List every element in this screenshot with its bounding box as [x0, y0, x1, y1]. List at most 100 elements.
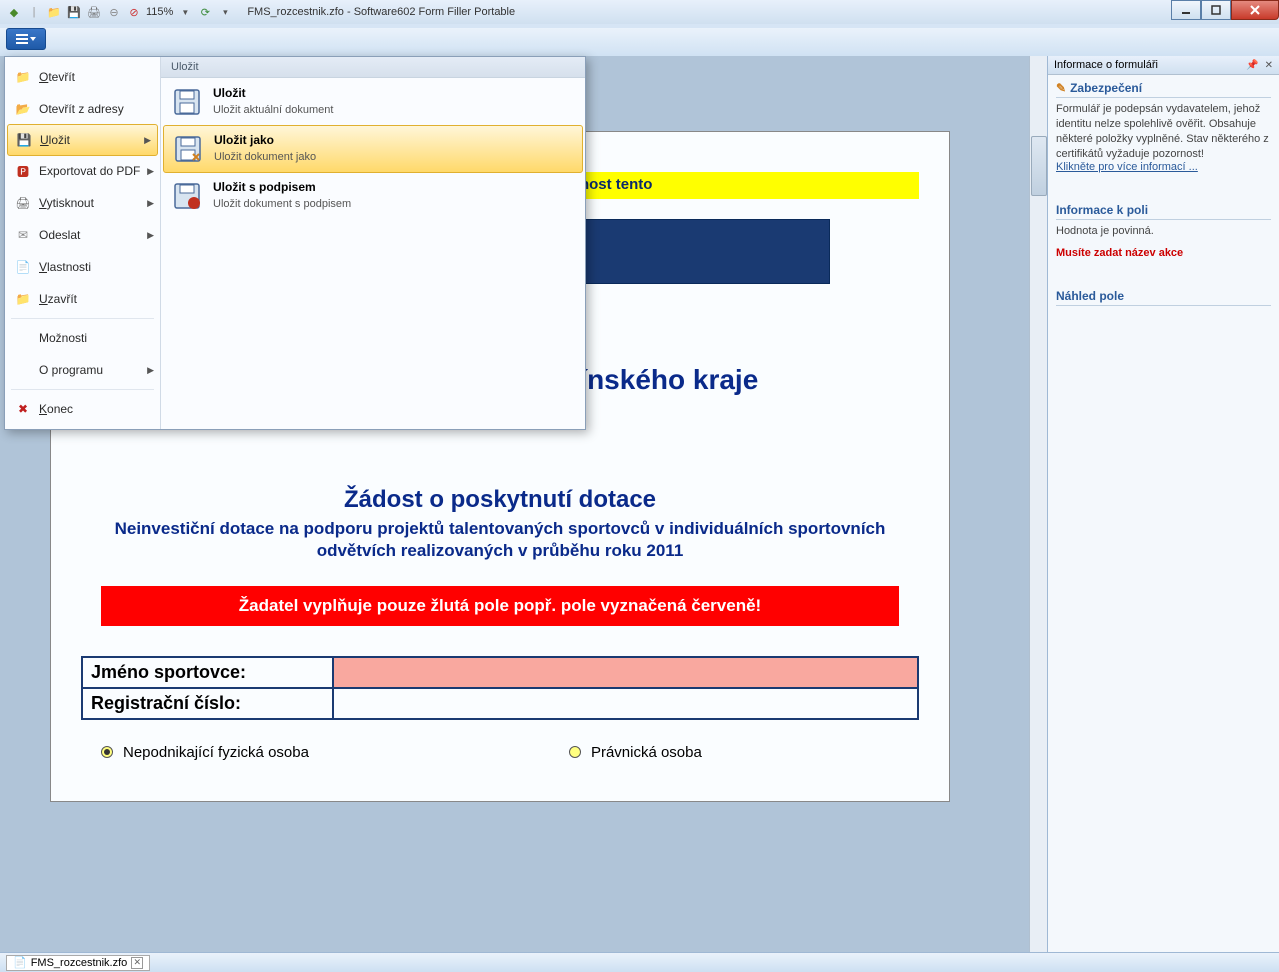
- blank-icon: [15, 330, 31, 346]
- submenu-desc: Uložit aktuální dokument: [213, 104, 333, 116]
- panel-title: Informace o formuláři: [1054, 59, 1158, 71]
- app-menu-button[interactable]: [6, 28, 46, 50]
- qat-customize-icon[interactable]: ▾: [217, 4, 233, 20]
- qat-open-icon[interactable]: 📁: [46, 4, 62, 20]
- page-subtitle: Žádost o poskytnutí dotace: [81, 486, 919, 514]
- menu-item-close-doc[interactable]: 📁Uzavřít: [5, 283, 160, 315]
- close-icon: ✖: [15, 401, 31, 417]
- submenu-item-save-as[interactable]: Uložit jakoUložit dokument jako: [163, 125, 583, 173]
- radio-icon[interactable]: [101, 746, 113, 758]
- menu-item-exit[interactable]: ✖Konec: [5, 393, 160, 425]
- file-menu-submenu: Uložit Uložit Uložit aktuální dokument Ul…: [161, 57, 585, 429]
- pdf-icon: 🅿: [15, 163, 31, 179]
- page-subtitle-2: Neinvestiční dotace na podporu projektů …: [81, 518, 919, 562]
- qat-zoom-stop-icon[interactable]: ⊘: [126, 4, 142, 20]
- security-link[interactable]: Klikněte pro více informací ...: [1056, 161, 1271, 173]
- document-tab[interactable]: 📄 FMS_rozcestnik.zfo ✕: [6, 955, 150, 971]
- folder-icon: 📁: [15, 69, 31, 85]
- pencil-icon: ✎: [1056, 81, 1066, 95]
- side-panel: Informace o formuláři 📌 ✕ ✎ Zabezpečení F…: [1047, 56, 1279, 952]
- field-info-section: Informace k poli Hodnota je povinná. Mus…: [1048, 197, 1279, 265]
- radio-label: Nepodnikající fyzická osoba: [123, 744, 309, 761]
- file-menu: 📁Otevřít 📂Otevřít z adresy 💾Uložit▶ 🅿Exp…: [4, 56, 586, 430]
- menu-item-options[interactable]: Možnosti: [5, 322, 160, 354]
- folder-url-icon: 📂: [15, 101, 31, 117]
- document-tab-label: FMS_rozcestnik.zfo: [31, 957, 128, 969]
- maximize-button[interactable]: [1201, 0, 1231, 20]
- menu-item-save[interactable]: 💾Uložit▶: [7, 124, 158, 156]
- save-icon: [171, 86, 203, 118]
- menu-item-about[interactable]: O programu▶: [5, 354, 160, 386]
- folder-close-icon: 📁: [15, 291, 31, 307]
- field-info-error: Musíte zadat název akce: [1056, 247, 1271, 259]
- title-app: Software602 Form Filler Portable: [354, 6, 515, 18]
- mail-icon: ✉: [15, 227, 31, 243]
- radio-group: Nepodnikající fyzická osoba Právnická os…: [81, 744, 919, 761]
- close-button[interactable]: [1231, 0, 1279, 20]
- qat-separator: |: [26, 4, 42, 20]
- form-table: Jméno sportovce: Registrační číslo:: [81, 656, 919, 720]
- scrollbar-thumb[interactable]: [1031, 136, 1047, 196]
- save-as-icon: [172, 133, 204, 165]
- qat-icon-1[interactable]: ◆: [6, 4, 22, 20]
- preview-section: Náhled pole: [1048, 283, 1279, 316]
- submenu-header: Uložit: [161, 57, 585, 78]
- qat-zoom-out-icon[interactable]: ⊖: [106, 4, 122, 20]
- save-icon: 💾: [16, 132, 32, 148]
- submenu-title: Uložit: [213, 86, 333, 100]
- submenu-item-save-signed[interactable]: Uložit s podpisem Uložit dokument s podpi…: [161, 172, 585, 220]
- security-section: ✎ Zabezpečení Formulář je podepsán vydava…: [1048, 75, 1279, 179]
- radio-option-legal[interactable]: Právnická osoba: [569, 744, 702, 761]
- field-info-text: Hodnota je povinná.: [1056, 224, 1271, 239]
- titlebar: ◆ | 📁 💾 🖨 ⊖ ⊘ 115% ▼ ⟳ ▾ FMS_rozcestnik.…: [0, 0, 1279, 24]
- chevron-right-icon: ▶: [147, 365, 154, 376]
- qat-refresh-icon[interactable]: ⟳: [197, 4, 213, 20]
- field-name-input[interactable]: [333, 657, 918, 688]
- qat-print-icon[interactable]: 🖨: [86, 4, 102, 20]
- radio-option-physical[interactable]: Nepodnikající fyzická osoba: [101, 744, 309, 761]
- window-title: FMS_rozcestnik.zfo - Software602 Form Fi…: [247, 6, 515, 18]
- menu-separator: [11, 318, 154, 319]
- table-row: Jméno sportovce:: [82, 657, 918, 688]
- qat-save-icon[interactable]: 💾: [66, 4, 82, 20]
- security-text: Formulář je podepsán vydavatelem, jehož …: [1056, 102, 1271, 161]
- panel-close-icon[interactable]: ✕: [1265, 60, 1273, 71]
- menu-item-print[interactable]: 🖨Vytisknout▶: [5, 187, 160, 219]
- field-info-title: Informace k poli: [1056, 203, 1271, 220]
- document-icon: 📄: [13, 956, 27, 969]
- submenu-title: Uložit jako: [214, 133, 316, 147]
- security-title: Zabezpečení: [1070, 81, 1142, 95]
- radio-icon[interactable]: [569, 746, 581, 758]
- minimize-button[interactable]: [1171, 0, 1201, 20]
- file-menu-main: 📁Otevřít 📂Otevřít z adresy 💾Uložit▶ 🅿Exp…: [5, 57, 161, 429]
- submenu-title: Uložit s podpisem: [213, 180, 351, 194]
- submenu-item-save[interactable]: Uložit Uložit aktuální dokument: [161, 78, 585, 126]
- menu-item-open-url[interactable]: 📂Otevřít z adresy: [5, 93, 160, 125]
- window-controls: [1171, 0, 1279, 20]
- title-sep: -: [347, 6, 354, 18]
- menu-item-export-pdf[interactable]: 🅿Exportovat do PDF▶: [5, 155, 160, 187]
- menu-separator: [11, 389, 154, 390]
- properties-icon: 📄: [15, 259, 31, 275]
- qat: ◆ | 📁 💾 🖨 ⊖ ⊘ 115% ▼ ⟳ ▾: [0, 4, 239, 20]
- menu-item-send[interactable]: ✉Odeslat▶: [5, 219, 160, 251]
- qat-zoom-value[interactable]: 115%: [146, 4, 173, 20]
- menu-item-open[interactable]: 📁Otevřít: [5, 61, 160, 93]
- blank-icon: [15, 362, 31, 378]
- field-regnum-input[interactable]: [333, 688, 918, 719]
- submenu-desc: Uložit dokument s podpisem: [213, 198, 351, 210]
- qat-dropdown-icon[interactable]: ▼: [177, 4, 193, 20]
- save-signed-icon: [171, 180, 203, 212]
- chevron-right-icon: ▶: [147, 166, 154, 177]
- preview-title: Náhled pole: [1056, 289, 1271, 306]
- instruction-bar: Žadatel vyplňuje pouze žlutá pole popř. …: [101, 586, 899, 626]
- field-regnum-label: Registrační číslo:: [82, 688, 333, 719]
- vertical-scrollbar[interactable]: [1029, 56, 1047, 952]
- statusbar: 📄 FMS_rozcestnik.zfo ✕: [0, 952, 1279, 972]
- menu-item-properties[interactable]: 📄Vlastnosti: [5, 251, 160, 283]
- radio-label: Právnická osoba: [591, 744, 702, 761]
- panel-header: Informace o formuláři 📌 ✕: [1048, 56, 1279, 75]
- pin-icon[interactable]: 📌: [1246, 60, 1258, 71]
- tab-close-icon[interactable]: ✕: [131, 957, 143, 969]
- chevron-right-icon: ▶: [147, 230, 154, 241]
